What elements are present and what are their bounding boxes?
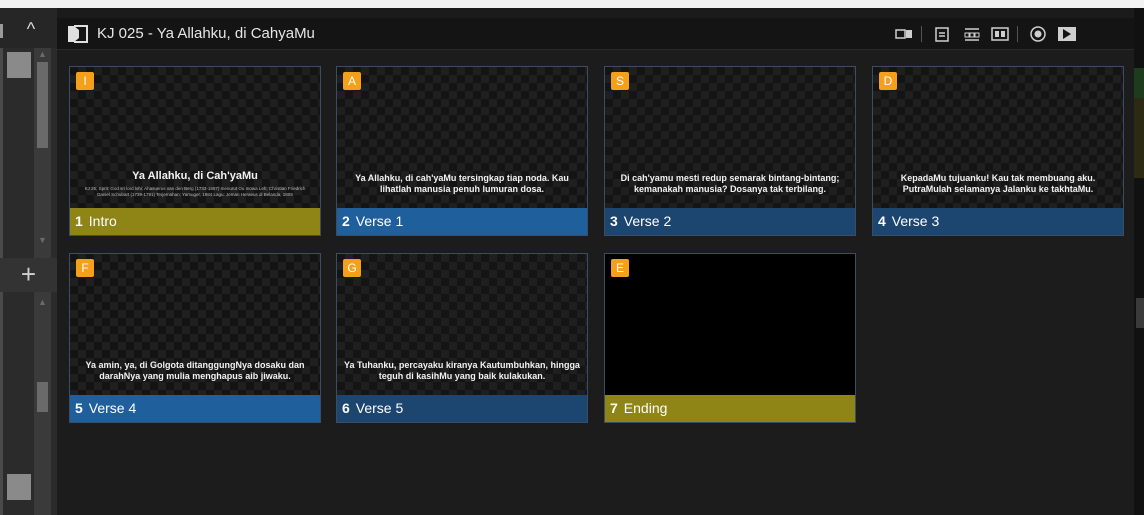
left-panel-item[interactable] <box>7 52 31 78</box>
play-forward-icon[interactable] <box>1057 25 1076 43</box>
slide-number: 5 <box>75 400 83 416</box>
slide-card[interactable]: Ya Tuhanku, percayaku kiranya Kautumbuhk… <box>336 253 588 423</box>
slide-hotkey-badge: D <box>879 72 897 90</box>
collapse-chevron-up-icon[interactable]: ^ <box>20 18 42 40</box>
slide-card[interactable]: Di cah'yamu mesti redup semarak bintang-… <box>604 66 856 236</box>
scroll-down-arrow-icon[interactable]: ▼ <box>34 234 51 246</box>
slide-lyric: Ya amin, ya, di Golgota ditanggungNya do… <box>85 360 305 381</box>
slide-thumbnail: Ya Tuhanku, percayaku kiranya Kautumbuhk… <box>337 254 587 395</box>
slide-label-bar: 5 Verse 4 <box>70 395 320 422</box>
preview-icon[interactable] <box>895 25 913 43</box>
slide-label-bar: 6 Verse 5 <box>337 395 587 422</box>
slide-lyric: Di cah'yamu mesti redup semarak bintang-… <box>620 173 840 194</box>
left-edge-marker <box>0 24 3 38</box>
slide-label: Verse 1 <box>355 213 404 229</box>
slide-thumbnail <box>605 254 855 395</box>
layout-icon[interactable] <box>991 25 1009 43</box>
slide-label: Verse 3 <box>891 213 940 229</box>
slide-number: 1 <box>75 213 83 229</box>
slide-hotkey-badge: E <box>611 259 629 277</box>
slide-thumbnail: KepadaMu tujuanku! Kau tak membuang aku.… <box>873 67 1123 208</box>
slide-hotkey-badge: F <box>76 259 94 277</box>
slide-hotkey-badge: A <box>343 72 361 90</box>
slide-lyric: KepadaMu tujuanku! Kau tak membuang aku.… <box>900 173 1096 194</box>
slide-thumbnail: Ya amin, ya, di Golgota ditanggungNya do… <box>70 254 320 395</box>
slide-lyric: Ya Allahku, di Cah'yaMu <box>132 170 258 182</box>
presentation-title: KJ 025 - Ya Allahku, di CahyaMu <box>97 25 315 42</box>
slide-number: 3 <box>610 213 618 229</box>
slide-card[interactable]: Ya Allahku, di cah'yaMu tersingkap tiap … <box>336 66 588 236</box>
clipboard-icon[interactable] <box>933 25 951 43</box>
slide-credits: KJ 25; Sprit: God sri lord lohi; Ahasuer… <box>84 186 306 197</box>
right-edge-meter <box>1134 68 1144 98</box>
left-lower-scroll-thumb[interactable] <box>37 382 48 412</box>
right-edge-meter-2 <box>1134 98 1144 178</box>
slide-lyric: Ya Tuhanku, percayaku kiranya Kautumbuhk… <box>344 360 580 381</box>
left-edge-line-lower <box>0 292 3 515</box>
add-button[interactable]: + <box>0 258 57 292</box>
slide-label: Verse 2 <box>623 213 672 229</box>
slide-card[interactable]: E 7 Ending <box>604 253 856 423</box>
scroll-up-arrow-icon[interactable]: ▲ <box>34 48 51 60</box>
slide-number: 6 <box>342 400 350 416</box>
slide-hotkey-badge: S <box>611 72 629 90</box>
slide-hotkey-badge: G <box>343 259 361 277</box>
slide-card[interactable]: Ya amin, ya, di Golgota ditanggungNya do… <box>69 253 321 423</box>
left-panel: ^ ▲ ▼ + ▲ <box>0 8 57 515</box>
left-panel-item-lower[interactable] <box>7 474 31 500</box>
slide-thumbnail: Ya Allahku, di Cah'yaMu KJ 25; Sprit: Go… <box>70 67 320 208</box>
slide-number: 7 <box>610 400 618 416</box>
slide-label: Verse 4 <box>88 400 137 416</box>
left-panel-header: ^ <box>0 8 57 48</box>
right-edge-panel <box>1134 8 1144 515</box>
right-edge-scroll[interactable] <box>1136 298 1144 328</box>
left-edge-line <box>0 48 3 258</box>
slide-label: Intro <box>88 213 117 229</box>
arrange-icon[interactable] <box>963 25 981 43</box>
presentation-header: KJ 025 - Ya Allahku, di CahyaMu <box>57 18 1134 50</box>
slide-thumbnail: Di cah'yamu mesti redup semarak bintang-… <box>605 67 855 208</box>
slide-thumbnail: Ya Allahku, di cah'yaMu tersingkap tiap … <box>337 67 587 208</box>
slide-number: 2 <box>342 213 350 229</box>
top-window-strip <box>0 0 1144 8</box>
slide-label: Ending <box>623 400 668 416</box>
toolbar-separator-2 <box>1017 26 1018 42</box>
slide-label-bar: 1 Intro <box>70 208 320 235</box>
slide-number: 4 <box>878 213 886 229</box>
slide-grid: Ya Allahku, di Cah'yaMu KJ 25; Sprit: Go… <box>57 50 1134 515</box>
slide-label-bar: 3 Verse 2 <box>605 208 855 235</box>
slide-lyric: Ya Allahku, di cah'yaMu tersingkap tiap … <box>355 173 569 194</box>
left-upper-scroll-thumb[interactable] <box>37 62 48 148</box>
slide-hotkey-badge: I <box>76 72 94 90</box>
toolbar-separator <box>921 26 922 42</box>
slide-card[interactable]: Ya Allahku, di Cah'yaMu KJ 25; Sprit: Go… <box>69 66 321 236</box>
record-icon[interactable] <box>1029 25 1047 43</box>
slide-label: Verse 5 <box>355 400 404 416</box>
presentation-icon <box>67 24 89 44</box>
slide-label-bar: 7 Ending <box>605 395 855 422</box>
slide-label-bar: 2 Verse 1 <box>337 208 587 235</box>
slide-card[interactable]: KepadaMu tujuanku! Kau tak membuang aku.… <box>872 66 1124 236</box>
scroll-up-arrow-icon-lower[interactable]: ▲ <box>34 296 51 308</box>
slide-label-bar: 4 Verse 3 <box>873 208 1123 235</box>
